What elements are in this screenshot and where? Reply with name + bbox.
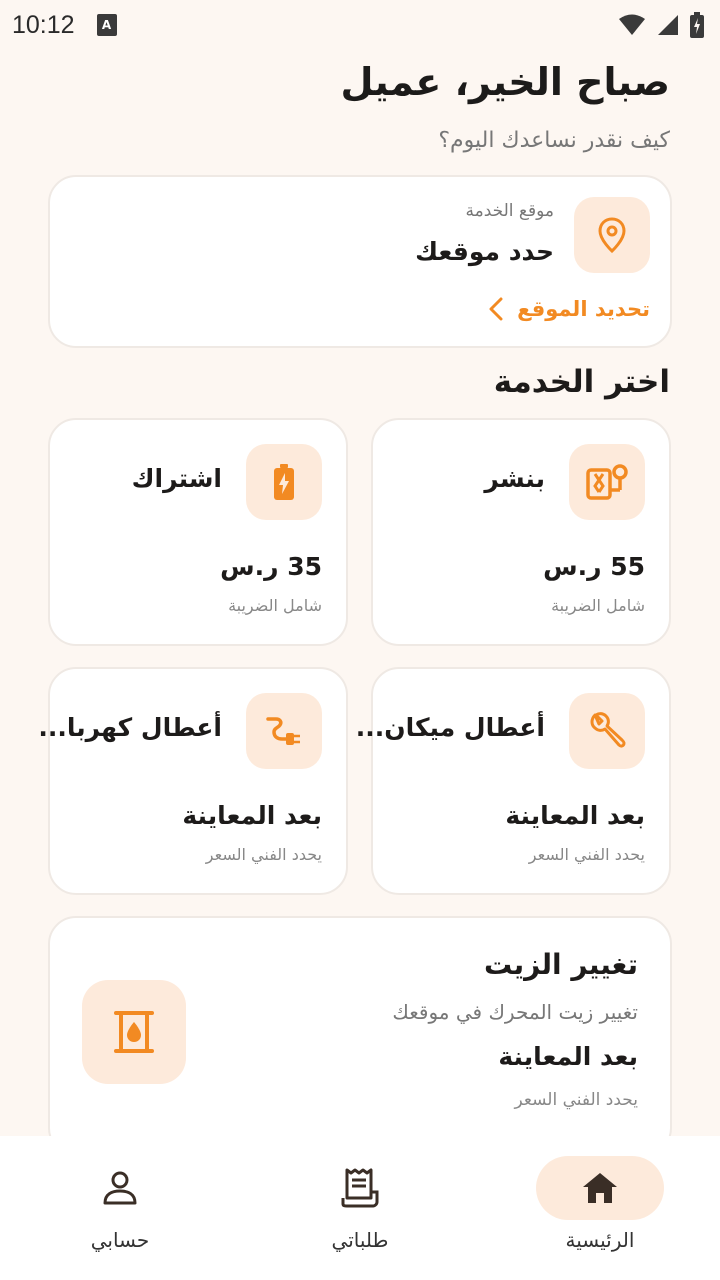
nav-item-orders[interactable]: طلباتي: [240, 1136, 480, 1280]
service-card-oil-change[interactable]: تغيير الزيت تغيير زيت المحرك في موقعك بع…: [48, 916, 672, 1156]
home-icon: [583, 1173, 617, 1203]
oil-change-title: تغيير الزيت: [483, 948, 638, 981]
service-icon-box: [569, 444, 645, 520]
nav-item-home[interactable]: الرئيسية: [480, 1136, 720, 1280]
location-value: حدد موقعك: [415, 237, 554, 266]
service-icon-box: [246, 693, 322, 769]
service-card-electrical[interactable]: أعطال كهربا... بعد المعاينة يحدد الفني ا…: [38, 667, 348, 895]
service-note: شامل الضريبة: [228, 596, 322, 615]
service-note: شامل الضريبة: [551, 596, 645, 615]
oil-change-description: تغيير زيت المحرك في موقعك: [392, 1000, 638, 1024]
location-card[interactable]: موقع الخدمة حدد موقعك تحديد الموقع: [48, 175, 672, 348]
page-title: صباح الخير، عميل: [340, 60, 670, 104]
service-title: بنشر: [484, 464, 545, 493]
bottom-nav: الرئيسية طلباتي حسابي: [0, 1136, 720, 1280]
electric-plug-icon: [266, 717, 300, 745]
service-note: يحدد الفني السعر: [205, 845, 322, 864]
sim-icon: A: [96, 14, 117, 36]
oil-change-note: يحدد الفني السعر: [514, 1090, 638, 1110]
receipt-icon: [341, 1168, 379, 1208]
location-pin-icon: [598, 217, 626, 253]
wrench-icon: [590, 712, 626, 748]
service-card-subscription[interactable]: اشتراك 35 ر.س شامل الضريبة: [48, 418, 348, 646]
service-note: يحدد الفني السعر: [528, 845, 645, 864]
person-icon: [103, 1171, 137, 1205]
services-section-title: اختر الخدمة: [493, 364, 670, 400]
service-title: أعطال ميكان...: [355, 713, 545, 742]
status-right: [618, 12, 704, 38]
oil-change-price: بعد المعاينة: [498, 1042, 638, 1071]
nav-label-home: الرئيسية: [565, 1228, 635, 1252]
battery-icon: [690, 12, 704, 38]
chevron-left-icon: [489, 297, 503, 321]
service-price: 35 ر.س: [220, 552, 322, 581]
status-time: 10:12: [12, 10, 75, 39]
nav-pill-active: [536, 1156, 664, 1220]
service-price: بعد المعاينة: [505, 801, 645, 830]
wifi-icon: [619, 14, 645, 35]
service-card-mechanical[interactable]: أعطال ميكان... بعد المعاينة يحدد الفني ا…: [356, 667, 671, 895]
nav-label-orders: طلباتي: [331, 1228, 389, 1252]
page-subtitle: كيف نقدر نساعدك اليوم؟: [438, 128, 670, 153]
update-location-label: تحديد الموقع: [517, 297, 650, 321]
service-icon-box: [246, 444, 322, 520]
nav-item-account[interactable]: حسابي: [0, 1136, 240, 1280]
service-price: بعد المعاينة: [182, 801, 322, 830]
tire-service-icon: [586, 464, 628, 500]
oil-change-icon-box: [82, 980, 186, 1084]
location-label: موقع الخدمة: [465, 201, 555, 221]
service-title: أعطال كهربا...: [38, 713, 222, 742]
service-card-tire[interactable]: بنشر 55 ر.س شامل الضريبة: [371, 418, 671, 646]
status-bar: 10:12 A: [0, 0, 720, 50]
service-title: اشتراك: [131, 464, 222, 493]
location-icon-box: [574, 197, 650, 273]
nav-label-account: حسابي: [90, 1228, 150, 1252]
signal-icon: [658, 15, 678, 35]
oil-barrel-icon: [114, 1011, 154, 1053]
battery-charge-icon: [274, 464, 294, 500]
update-location-button[interactable]: تحديد الموقع: [489, 297, 650, 321]
status-left: 10:12 A: [12, 11, 117, 40]
nav-pill: [296, 1156, 424, 1220]
service-icon-box: [569, 693, 645, 769]
nav-pill: [56, 1156, 184, 1220]
service-price: 55 ر.س: [543, 552, 645, 581]
